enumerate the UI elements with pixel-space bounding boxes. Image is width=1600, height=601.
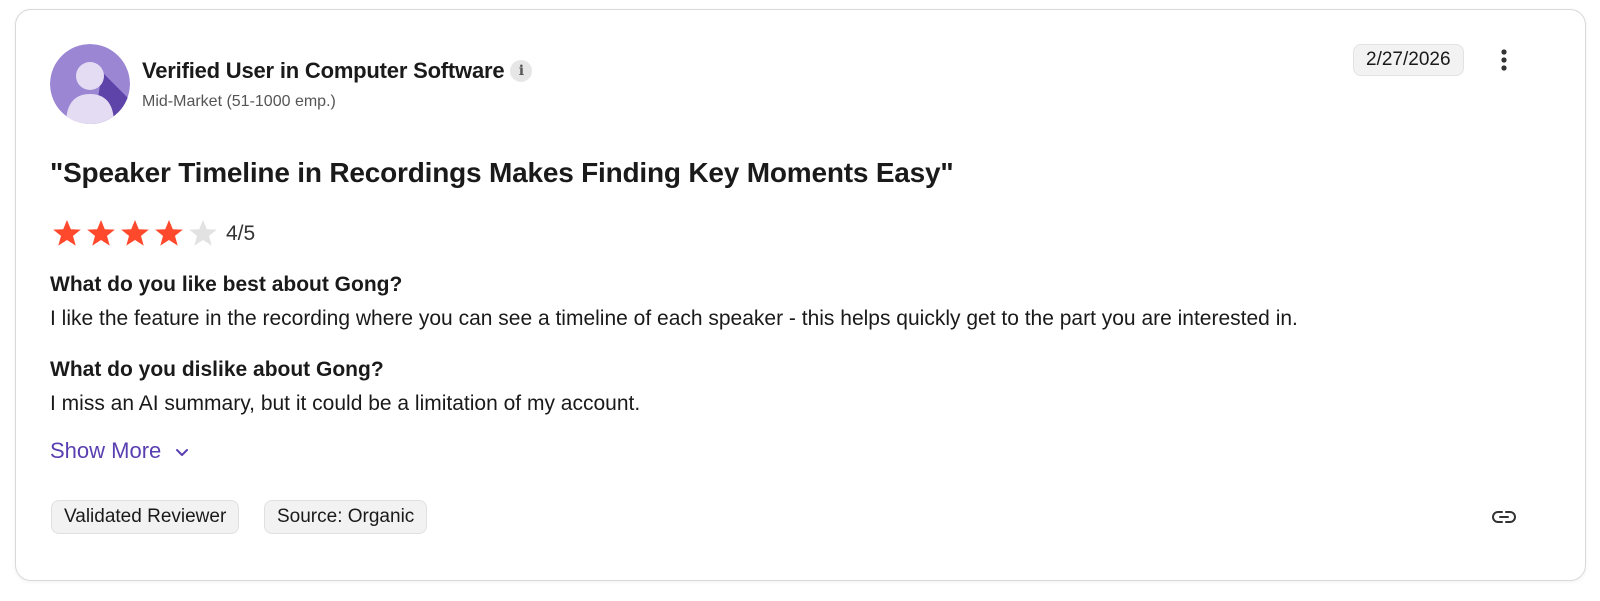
star-filled-icon — [53, 220, 81, 246]
reviewer-header: Verified User in Computer Software i — [142, 58, 533, 84]
more-vertical-icon[interactable] — [1490, 46, 1518, 74]
rating-text: 4/5 — [226, 222, 256, 245]
tag-source: Source: Organic — [264, 500, 428, 534]
user-avatar-icon — [50, 44, 130, 124]
answer-dislike: I miss an AI summary, but it could be a … — [50, 392, 641, 415]
question-dislike: What do you dislike about Gong? — [50, 358, 384, 381]
info-icon[interactable]: i — [510, 60, 533, 82]
star-filled-icon — [155, 220, 183, 246]
star-rating: 4/5 — [50, 216, 255, 252]
star-empty-icon — [189, 220, 217, 246]
stars — [50, 217, 220, 251]
reviewer-name: Verified User in Computer Software — [142, 58, 505, 83]
show-more-button[interactable]: Show More — [50, 438, 189, 464]
link-icon[interactable] — [1490, 503, 1518, 531]
show-more-label: Show More — [50, 438, 162, 463]
review-date: 2/27/2026 — [1353, 44, 1464, 76]
answer-like-best: I like the feature in the recording wher… — [50, 307, 1298, 330]
star-filled-icon — [87, 220, 115, 246]
question-like-best: What do you like best about Gong? — [50, 273, 403, 296]
star-filled-icon — [121, 220, 149, 246]
avatar — [50, 44, 130, 124]
review-card: Verified User in Computer Software i Mid… — [15, 9, 1586, 581]
reviewer-segment: Mid-Market (51-1000 emp.) — [142, 93, 336, 110]
review-title: "Speaker Timeline in Recordings Makes Fi… — [50, 157, 954, 188]
chevron-down-icon — [175, 438, 189, 464]
tag-validated-reviewer: Validated Reviewer — [51, 500, 240, 534]
